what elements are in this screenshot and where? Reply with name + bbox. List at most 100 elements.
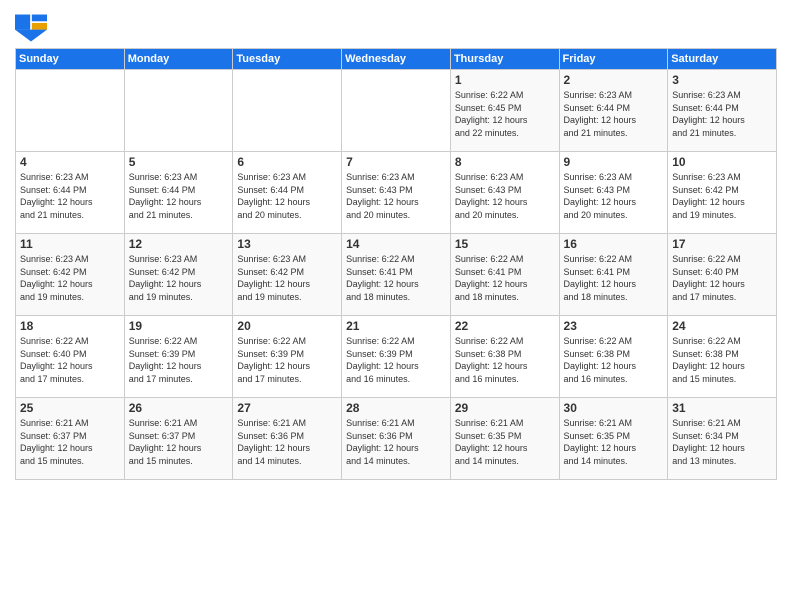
day-cell: 10 Sunrise: 6:23 AM Sunset: 6:42 PM Dayli…	[668, 152, 777, 234]
day-number: 4	[20, 155, 120, 169]
day-info: Sunrise: 6:23 AM Sunset: 6:42 PM Dayligh…	[129, 253, 229, 303]
day-info: Sunrise: 6:22 AM Sunset: 6:40 PM Dayligh…	[20, 335, 120, 385]
day-number: 22	[455, 319, 555, 333]
day-info: Sunrise: 6:22 AM Sunset: 6:45 PM Dayligh…	[455, 89, 555, 139]
day-cell: 30 Sunrise: 6:21 AM Sunset: 6:35 PM Dayli…	[559, 398, 668, 480]
day-number: 7	[346, 155, 446, 169]
day-info: Sunrise: 6:21 AM Sunset: 6:35 PM Dayligh…	[455, 417, 555, 467]
header-monday: Monday	[124, 49, 233, 70]
day-number: 23	[564, 319, 664, 333]
logo-icon	[15, 14, 47, 42]
day-cell: 1 Sunrise: 6:22 AM Sunset: 6:45 PM Daylig…	[450, 70, 559, 152]
day-info: Sunrise: 6:23 AM Sunset: 6:42 PM Dayligh…	[20, 253, 120, 303]
day-cell: 26 Sunrise: 6:21 AM Sunset: 6:37 PM Dayli…	[124, 398, 233, 480]
day-cell: 18Sunrise: 6:22 AM Sunset: 6:40 PM Dayli…	[16, 316, 125, 398]
day-info: Sunrise: 6:22 AM Sunset: 6:41 PM Dayligh…	[346, 253, 446, 303]
day-info: Sunrise: 6:22 AM Sunset: 6:40 PM Dayligh…	[672, 253, 772, 303]
day-number: 27	[237, 401, 337, 415]
day-info: Sunrise: 6:21 AM Sunset: 6:35 PM Dayligh…	[564, 417, 664, 467]
day-info: Sunrise: 6:21 AM Sunset: 6:36 PM Dayligh…	[346, 417, 446, 467]
day-cell: 23 Sunrise: 6:22 AM Sunset: 6:38 PM Dayli…	[559, 316, 668, 398]
day-number: 28	[346, 401, 446, 415]
day-cell: 31Sunrise: 6:21 AM Sunset: 6:34 PM Dayli…	[668, 398, 777, 480]
day-cell: 3Sunrise: 6:23 AM Sunset: 6:44 PM Daylig…	[668, 70, 777, 152]
day-number: 5	[129, 155, 229, 169]
day-number: 17	[672, 237, 772, 251]
week-row-4: 18Sunrise: 6:22 AM Sunset: 6:40 PM Dayli…	[16, 316, 777, 398]
day-number: 24	[672, 319, 772, 333]
day-cell: 4Sunrise: 6:23 AM Sunset: 6:44 PM Daylig…	[16, 152, 125, 234]
week-row-2: 4 Sunrise: 6:23 AM Sunset: 6:44 PM Daylig…	[16, 152, 777, 234]
calendar-table: SundayMondayTuesdayWednesdayThursdayFrid…	[15, 48, 777, 480]
day-info: Sunrise: 6:22 AM Sunset: 6:39 PM Dayligh…	[129, 335, 229, 385]
day-cell	[233, 70, 342, 152]
day-cell: 28 Sunrise: 6:21 AM Sunset: 6:36 PM Dayli…	[342, 398, 451, 480]
day-info: Sunrise: 6:23 AM Sunset: 6:43 PM Dayligh…	[346, 171, 446, 221]
day-number: 16	[564, 237, 664, 251]
day-info: Sunrise: 6:23 AM Sunset: 6:42 PM Dayligh…	[672, 171, 772, 221]
header	[15, 10, 777, 42]
day-cell: 19 Sunrise: 6:22 AM Sunset: 6:39 PM Dayli…	[124, 316, 233, 398]
header-thursday: Thursday	[450, 49, 559, 70]
day-number: 10	[672, 155, 772, 169]
day-info: Sunrise: 6:22 AM Sunset: 6:41 PM Dayligh…	[455, 253, 555, 303]
day-cell	[16, 70, 125, 152]
day-number: 20	[237, 319, 337, 333]
day-info: Sunrise: 6:23 AM Sunset: 6:42 PM Dayligh…	[237, 253, 337, 303]
day-number: 11	[20, 237, 120, 251]
day-info: Sunrise: 6:23 AM Sunset: 6:44 PM Dayligh…	[237, 171, 337, 221]
day-cell: 9Sunrise: 6:23 AM Sunset: 6:43 PM Daylig…	[559, 152, 668, 234]
day-cell: 20 Sunrise: 6:22 AM Sunset: 6:39 PM Dayli…	[233, 316, 342, 398]
day-number: 1	[455, 73, 555, 87]
day-number: 12	[129, 237, 229, 251]
header-sunday: Sunday	[16, 49, 125, 70]
day-cell: 12 Sunrise: 6:23 AM Sunset: 6:42 PM Dayli…	[124, 234, 233, 316]
day-info: Sunrise: 6:21 AM Sunset: 6:36 PM Dayligh…	[237, 417, 337, 467]
day-cell: 15 Sunrise: 6:22 AM Sunset: 6:41 PM Dayli…	[450, 234, 559, 316]
day-info: Sunrise: 6:23 AM Sunset: 6:44 PM Dayligh…	[564, 89, 664, 139]
day-number: 26	[129, 401, 229, 415]
day-info: Sunrise: 6:23 AM Sunset: 6:44 PM Dayligh…	[129, 171, 229, 221]
day-info: Sunrise: 6:22 AM Sunset: 6:39 PM Dayligh…	[237, 335, 337, 385]
week-row-1: 1 Sunrise: 6:22 AM Sunset: 6:45 PM Daylig…	[16, 70, 777, 152]
day-cell: 5 Sunrise: 6:23 AM Sunset: 6:44 PM Daylig…	[124, 152, 233, 234]
day-info: Sunrise: 6:21 AM Sunset: 6:34 PM Dayligh…	[672, 417, 772, 467]
header-row: SundayMondayTuesdayWednesdayThursdayFrid…	[16, 49, 777, 70]
day-cell	[342, 70, 451, 152]
day-number: 8	[455, 155, 555, 169]
day-cell: 27 Sunrise: 6:21 AM Sunset: 6:36 PM Dayli…	[233, 398, 342, 480]
day-cell: 21Sunrise: 6:22 AM Sunset: 6:39 PM Dayli…	[342, 316, 451, 398]
day-info: Sunrise: 6:21 AM Sunset: 6:37 PM Dayligh…	[20, 417, 120, 467]
day-number: 2	[564, 73, 664, 87]
day-cell: 7 Sunrise: 6:23 AM Sunset: 6:43 PM Daylig…	[342, 152, 451, 234]
day-cell: 6 Sunrise: 6:23 AM Sunset: 6:44 PM Daylig…	[233, 152, 342, 234]
day-info: Sunrise: 6:22 AM Sunset: 6:38 PM Dayligh…	[455, 335, 555, 385]
day-info: Sunrise: 6:23 AM Sunset: 6:43 PM Dayligh…	[455, 171, 555, 221]
day-info: Sunrise: 6:22 AM Sunset: 6:38 PM Dayligh…	[564, 335, 664, 385]
day-cell: 8 Sunrise: 6:23 AM Sunset: 6:43 PM Daylig…	[450, 152, 559, 234]
header-tuesday: Tuesday	[233, 49, 342, 70]
day-number: 6	[237, 155, 337, 169]
week-row-5: 25Sunrise: 6:21 AM Sunset: 6:37 PM Dayli…	[16, 398, 777, 480]
day-number: 13	[237, 237, 337, 251]
day-info: Sunrise: 6:23 AM Sunset: 6:44 PM Dayligh…	[672, 89, 772, 139]
day-cell: 24Sunrise: 6:22 AM Sunset: 6:38 PM Dayli…	[668, 316, 777, 398]
day-number: 15	[455, 237, 555, 251]
day-number: 14	[346, 237, 446, 251]
day-cell: 25Sunrise: 6:21 AM Sunset: 6:37 PM Dayli…	[16, 398, 125, 480]
day-cell: 2 Sunrise: 6:23 AM Sunset: 6:44 PM Daylig…	[559, 70, 668, 152]
header-saturday: Saturday	[668, 49, 777, 70]
day-info: Sunrise: 6:21 AM Sunset: 6:37 PM Dayligh…	[129, 417, 229, 467]
day-cell: 14 Sunrise: 6:22 AM Sunset: 6:41 PM Dayli…	[342, 234, 451, 316]
calendar-page: SundayMondayTuesdayWednesdayThursdayFrid…	[0, 0, 792, 490]
day-cell: 29 Sunrise: 6:21 AM Sunset: 6:35 PM Dayli…	[450, 398, 559, 480]
week-row-3: 11 Sunrise: 6:23 AM Sunset: 6:42 PM Dayli…	[16, 234, 777, 316]
day-cell: 16Sunrise: 6:22 AM Sunset: 6:41 PM Dayli…	[559, 234, 668, 316]
day-cell: 22 Sunrise: 6:22 AM Sunset: 6:38 PM Dayli…	[450, 316, 559, 398]
header-friday: Friday	[559, 49, 668, 70]
logo	[15, 14, 49, 42]
day-number: 9	[564, 155, 664, 169]
day-number: 30	[564, 401, 664, 415]
day-number: 19	[129, 319, 229, 333]
day-number: 29	[455, 401, 555, 415]
